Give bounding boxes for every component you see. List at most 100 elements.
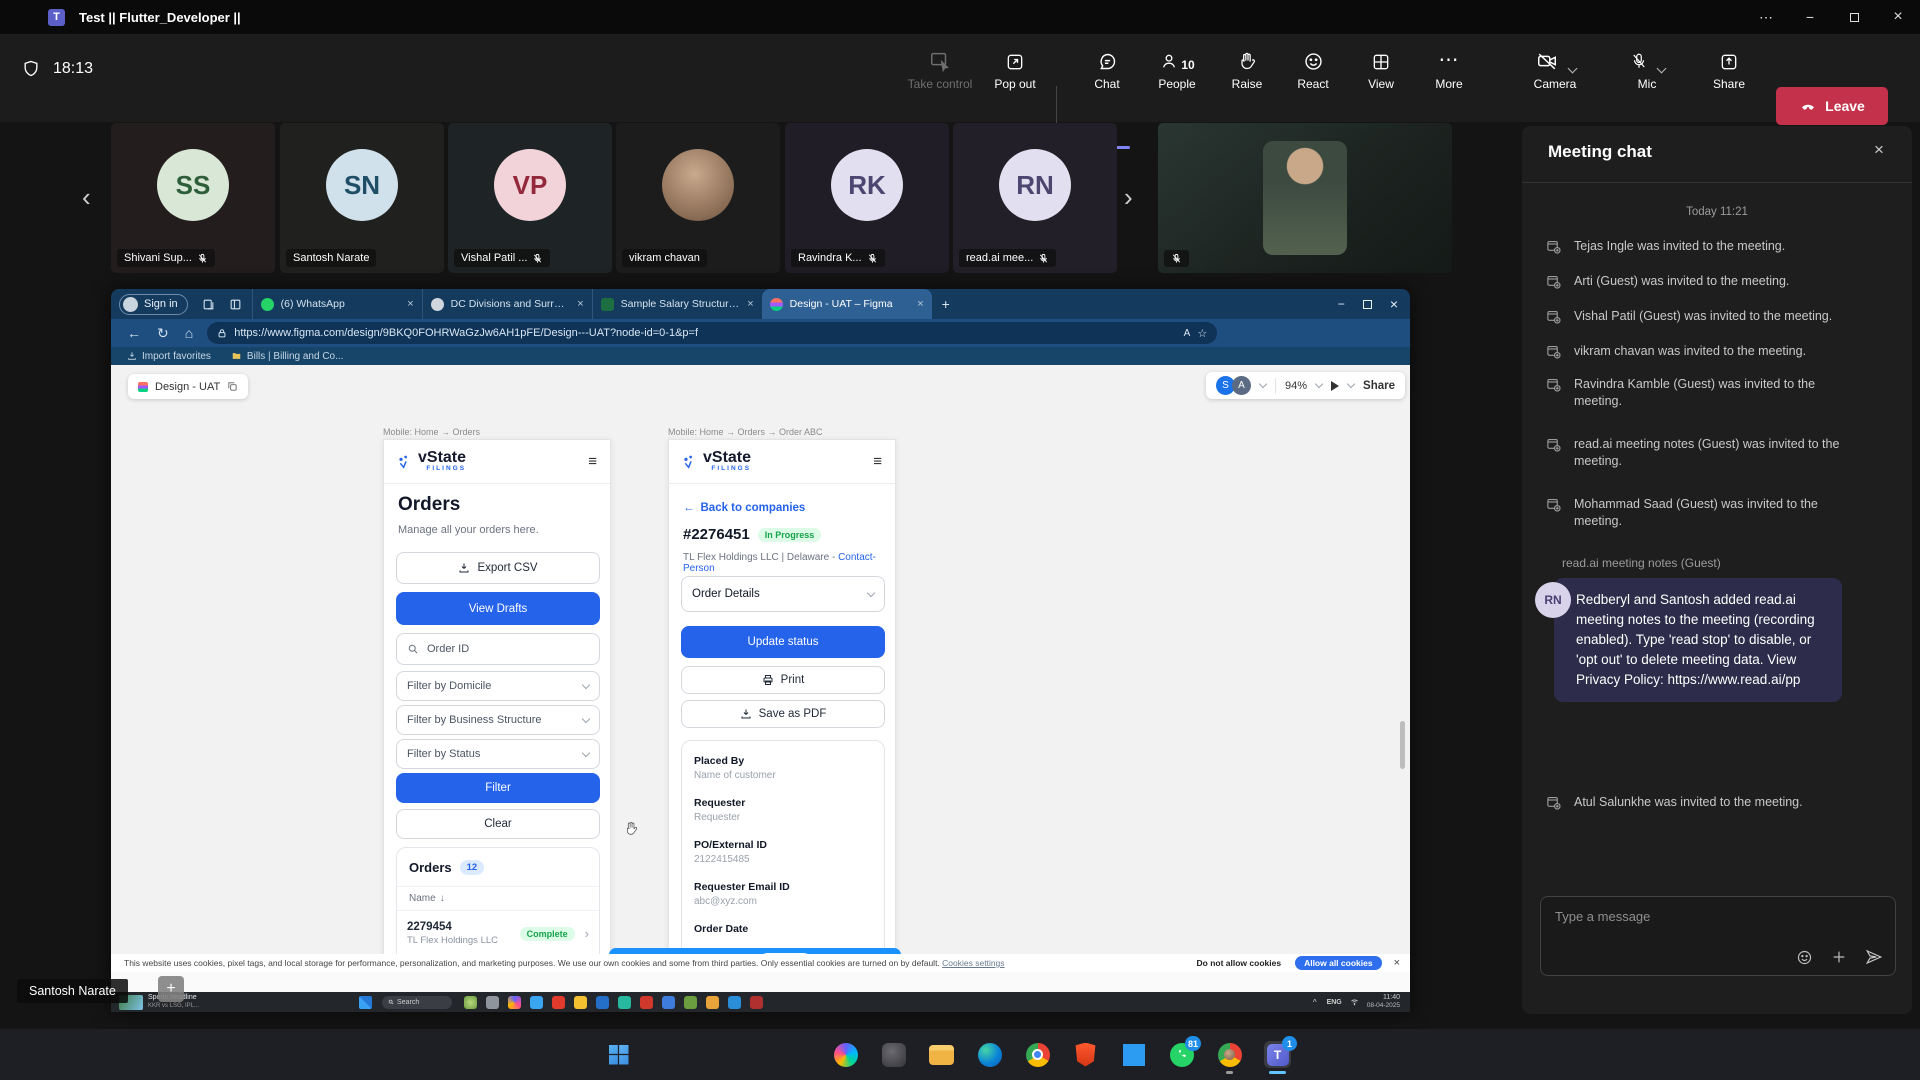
- save-as-pdf-button[interactable]: Save as PDF: [681, 700, 885, 728]
- order-id-search-input[interactable]: Order ID: [396, 633, 600, 665]
- export-csv-button[interactable]: Export CSV: [396, 552, 600, 584]
- share-button[interactable]: Share: [1702, 46, 1756, 91]
- participant-tile[interactable]: SS Shivani Sup...: [111, 123, 275, 273]
- participant-tile[interactable]: VP Vishal Patil ...: [448, 123, 612, 273]
- print-button[interactable]: Print: [681, 666, 885, 694]
- tab-close-icon[interactable]: ×: [917, 298, 923, 310]
- lm-studio-app-icon[interactable]: [880, 1041, 907, 1068]
- browser-tab[interactable]: Sample Salary Structure with calc ×: [592, 289, 762, 319]
- app-icon[interactable]: [640, 996, 653, 1009]
- mic-chevron-icon[interactable]: [1656, 64, 1666, 74]
- titlebar-more-icon[interactable]: ⋯: [1744, 0, 1788, 34]
- participant-tile[interactable]: SN Santosh Narate: [280, 123, 444, 273]
- camera-button[interactable]: Camera: [1516, 46, 1594, 91]
- mic-button[interactable]: Mic: [1616, 46, 1678, 91]
- raise-hand-button[interactable]: Raise: [1222, 46, 1272, 91]
- present-chevron-icon[interactable]: [1347, 380, 1355, 388]
- figma-frame-order-detail[interactable]: vStateFILINGS ≡ ←Back to companies #2276…: [668, 439, 896, 1012]
- participant-tile[interactable]: RK Ravindra K...: [785, 123, 949, 273]
- mini-search-pill[interactable]: Search: [382, 996, 452, 1009]
- close-button[interactable]: ×: [1876, 0, 1920, 34]
- browser-close-icon[interactable]: ×: [1390, 296, 1398, 312]
- participant-tile[interactable]: vikram chavan: [616, 123, 780, 273]
- chrome-profile-icon[interactable]: [1216, 1041, 1243, 1068]
- new-tab-button[interactable]: +: [942, 296, 950, 312]
- app-icon[interactable]: [706, 996, 719, 1009]
- minimize-button[interactable]: −: [1788, 0, 1832, 34]
- browser-maximize-icon[interactable]: [1363, 300, 1372, 309]
- teams-app-icon[interactable]: T 1: [1264, 1041, 1291, 1068]
- brave-browser-icon[interactable]: [1072, 1041, 1099, 1068]
- chrome-browser-icon[interactable]: [1024, 1041, 1051, 1068]
- figma-frame-orders[interactable]: vStateFILINGS ≡ Orders Manage all your o…: [383, 439, 611, 1012]
- favorite-star-icon[interactable]: ☆: [1197, 327, 1207, 340]
- browser-tab[interactable]: DC Divisions and Surroundings ×: [422, 289, 592, 319]
- hamburger-icon[interactable]: ≡: [588, 453, 597, 470]
- app-icon[interactable]: [750, 996, 763, 1009]
- filter-structure-select[interactable]: Filter by Business Structure: [396, 705, 600, 735]
- filmstrip-prev-icon[interactable]: ‹: [82, 182, 91, 213]
- app-icon[interactable]: [530, 996, 543, 1009]
- react-button[interactable]: React: [1288, 46, 1338, 91]
- camera-chevron-icon[interactable]: [1567, 64, 1577, 74]
- filter-domicile-select[interactable]: Filter by Domicile: [396, 671, 600, 701]
- browser-tab-active[interactable]: Design - UAT – Figma ×: [762, 289, 932, 319]
- chat-close-icon[interactable]: ×: [1874, 140, 1884, 160]
- app-icon[interactable]: [684, 996, 697, 1009]
- app-icon[interactable]: [596, 996, 609, 1009]
- zoom-chevron-icon[interactable]: [1315, 380, 1323, 388]
- collaborator-avatar[interactable]: A: [1232, 376, 1251, 395]
- app-icon[interactable]: [508, 996, 521, 1009]
- order-row[interactable]: 2279454TL Flex Holdings LLC Complete ›: [397, 910, 599, 956]
- app-icon[interactable]: [618, 996, 631, 1009]
- url-field[interactable]: https://www.figma.com/design/9BKQ0FOHRWa…: [207, 322, 1217, 344]
- name-column-header[interactable]: Name: [409, 893, 436, 904]
- present-icon[interactable]: [1331, 381, 1339, 391]
- back-to-companies-link[interactable]: ←Back to companies: [683, 502, 805, 514]
- view-drafts-button[interactable]: View Drafts: [396, 592, 600, 625]
- edge-browser-icon[interactable]: [976, 1041, 1003, 1068]
- share-overlay-plus-button[interactable]: +: [158, 976, 184, 1002]
- mini-start-button[interactable]: [359, 996, 372, 1009]
- chat-button[interactable]: Chat: [1080, 46, 1134, 91]
- filter-status-select[interactable]: Filter by Status: [396, 739, 600, 769]
- tab-close-icon[interactable]: ×: [577, 298, 583, 310]
- order-details-select[interactable]: Order Details: [681, 576, 885, 612]
- browser-profile-button[interactable]: Sign in: [119, 294, 188, 315]
- tab-search-icon[interactable]: [202, 298, 215, 311]
- tab-close-icon[interactable]: ×: [747, 298, 753, 310]
- app-icon[interactable]: [464, 996, 477, 1009]
- avatars-chevron-icon[interactable]: [1259, 380, 1267, 388]
- participant-tile[interactable]: RN read.ai mee...: [953, 123, 1117, 273]
- sort-down-icon[interactable]: ↓: [440, 893, 445, 904]
- file-explorer-icon[interactable]: [928, 1041, 955, 1068]
- vscode-app-icon[interactable]: [1120, 1041, 1147, 1068]
- clear-button[interactable]: Clear: [396, 809, 600, 839]
- leave-button[interactable]: Leave: [1776, 87, 1888, 125]
- cookie-settings-link[interactable]: Cookies settings: [942, 958, 1004, 968]
- vertical-tabs-icon[interactable]: [229, 298, 242, 311]
- browser-minimize-icon[interactable]: −: [1338, 297, 1345, 311]
- copilot-app-icon[interactable]: [832, 1041, 859, 1068]
- deny-cookies-button[interactable]: Do not allow cookies: [1197, 958, 1282, 968]
- participant-tile-large[interactable]: [1158, 123, 1452, 273]
- favorites-folder-button[interactable]: Bills | Billing and Co...: [231, 351, 344, 362]
- app-icon[interactable]: [486, 996, 499, 1009]
- browser-tab[interactable]: (6) WhatsApp ×: [252, 289, 422, 319]
- hamburger-icon[interactable]: ≡: [873, 453, 882, 470]
- maximize-button[interactable]: [1832, 0, 1876, 34]
- refresh-icon[interactable]: ↻: [157, 325, 169, 342]
- import-favorites-button[interactable]: Import favorites: [127, 351, 211, 362]
- canvas-scrollbar[interactable]: [1400, 721, 1405, 769]
- start-button[interactable]: [605, 1041, 632, 1068]
- figma-doc-chip[interactable]: Design - UAT: [128, 374, 248, 399]
- chat-input[interactable]: Type a message: [1540, 896, 1896, 976]
- home-icon[interactable]: ⌂: [185, 325, 193, 341]
- pop-out-button[interactable]: Pop out: [986, 46, 1044, 91]
- zoom-level[interactable]: 94%: [1285, 380, 1307, 392]
- emoji-icon[interactable]: [1796, 949, 1813, 966]
- app-icon[interactable]: [552, 996, 565, 1009]
- filmstrip-next-icon[interactable]: ›: [1124, 182, 1133, 213]
- figma-share-button[interactable]: Share: [1363, 380, 1395, 392]
- mini-lang[interactable]: ENG: [1327, 999, 1342, 1006]
